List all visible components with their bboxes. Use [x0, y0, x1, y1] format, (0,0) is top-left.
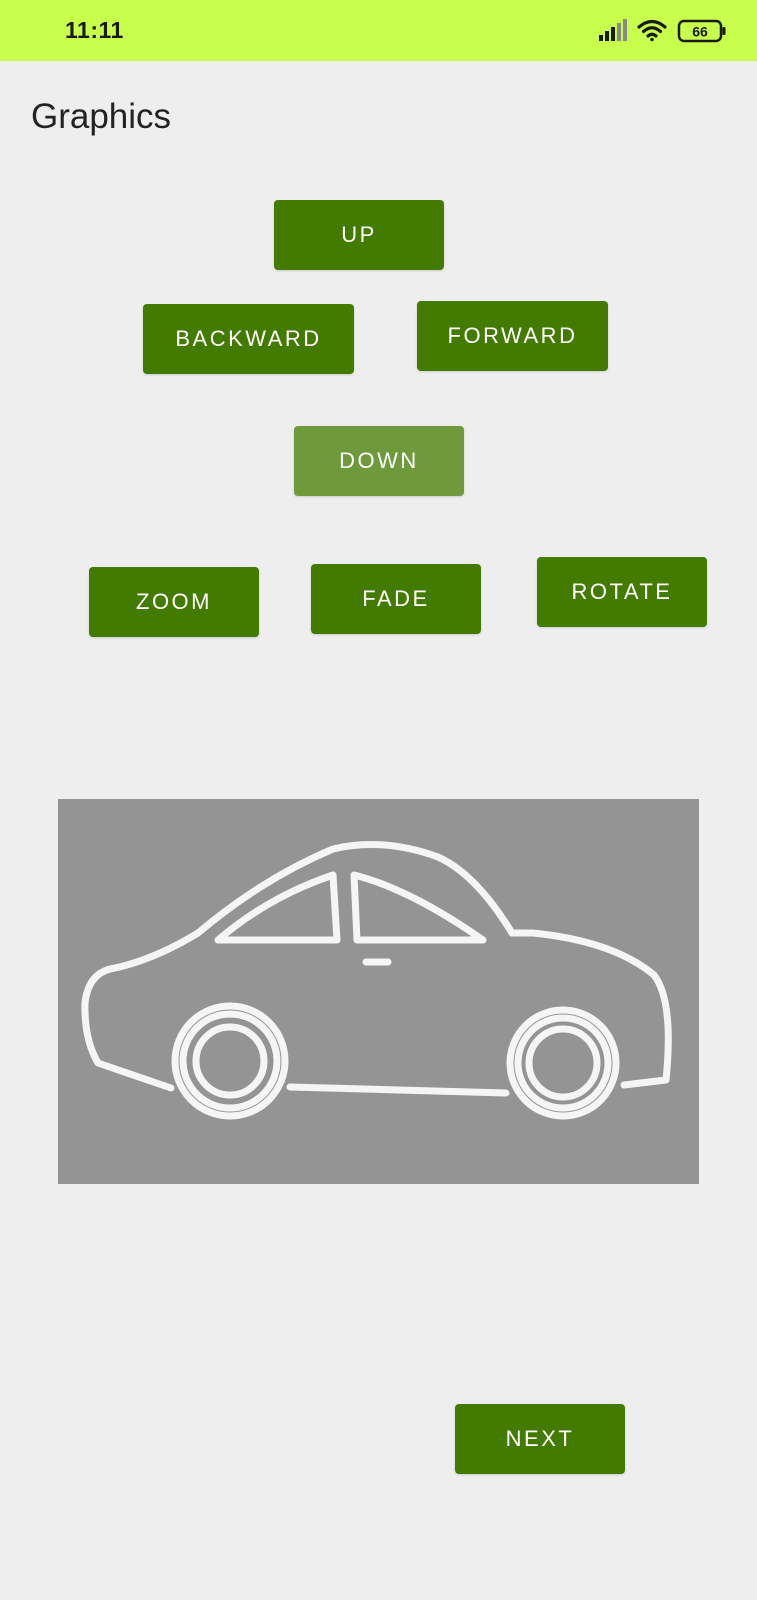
battery-level: 66 [692, 24, 708, 40]
page-title: Graphics [31, 97, 172, 136]
zoom-button[interactable]: ZOOM [89, 567, 259, 637]
car-image [58, 799, 699, 1184]
status-time: 11:11 [65, 17, 124, 43]
forward-button[interactable]: FORWARD [417, 301, 608, 371]
down-button[interactable]: DOWN [294, 426, 464, 496]
backward-button[interactable]: BACKWARD [143, 304, 354, 374]
battery-icon: 66 [677, 19, 726, 43]
next-button[interactable]: NEXT [455, 1404, 625, 1474]
wifi-icon [637, 19, 667, 42]
up-button[interactable]: UP [274, 200, 444, 270]
status-bar: 11:11 66 [0, 0, 757, 61]
signal-icon [599, 19, 627, 41]
rotate-button[interactable]: ROTATE [537, 557, 707, 627]
car-outline-icon [81, 841, 672, 1120]
status-icons: 66 [599, 18, 727, 44]
fade-button[interactable]: FADE [311, 564, 481, 634]
